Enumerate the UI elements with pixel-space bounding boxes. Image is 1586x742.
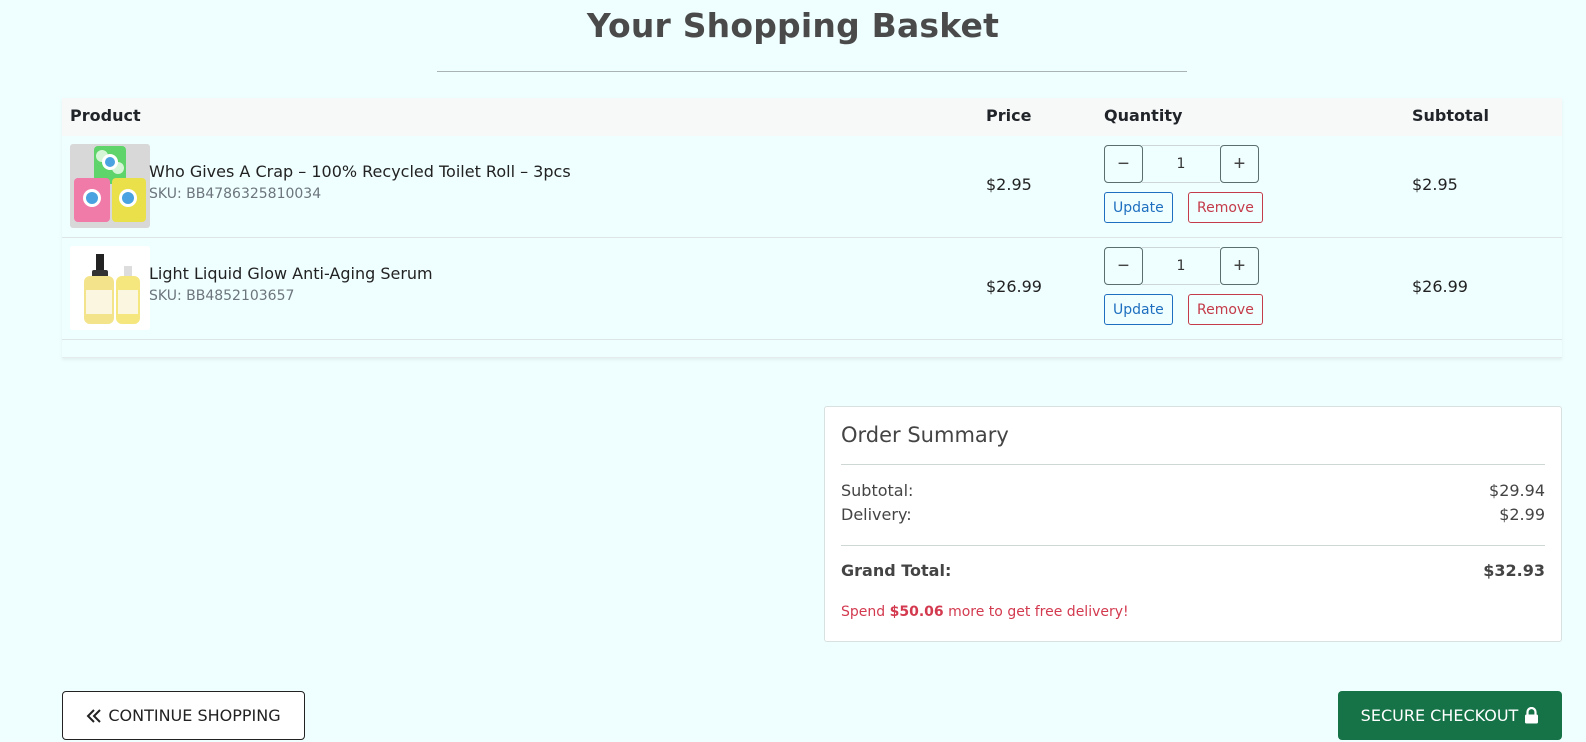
order-summary-title: Order Summary <box>841 423 1009 447</box>
product-name[interactable]: Who Gives A Crap – 100% Recycled Toilet … <box>149 162 571 181</box>
lock-icon <box>1524 707 1539 724</box>
quantity-stepper: − + <box>1104 145 1259 183</box>
header-subtotal: Subtotal <box>1412 106 1489 125</box>
table-header: Product Price Quantity Subtotal <box>62 98 1562 136</box>
delivery-value: $2.99 <box>1499 505 1545 524</box>
minus-icon: − <box>1117 153 1130 175</box>
promo-amount: $50.06 <box>889 604 944 620</box>
plus-icon: + <box>1233 255 1246 277</box>
remove-button[interactable]: Remove <box>1188 294 1263 325</box>
remove-button[interactable]: Remove <box>1188 192 1263 223</box>
product-sku: SKU: BB4852103657 <box>149 288 295 304</box>
subtotal-value: $29.94 <box>1489 481 1545 500</box>
header-price: Price <box>986 106 1032 125</box>
toilet-roll-product-image[interactable] <box>70 144 150 228</box>
table-row: Who Gives A Crap – 100% Recycled Toilet … <box>62 136 1562 238</box>
continue-shopping-button[interactable]: CONTINUE SHOPPING <box>62 691 305 740</box>
header-product: Product <box>70 106 141 125</box>
header-quantity: Quantity <box>1104 106 1183 125</box>
title-divider <box>437 71 1187 72</box>
update-button[interactable]: Update <box>1104 294 1173 325</box>
promo-prefix: Spend <box>841 604 886 620</box>
increase-quantity-button[interactable]: + <box>1220 247 1259 285</box>
order-summary-card: Order Summary Subtotal: $29.94 Delivery:… <box>824 406 1562 642</box>
decrease-quantity-button[interactable]: − <box>1104 247 1143 285</box>
quantity-input[interactable] <box>1142 247 1220 285</box>
continue-shopping-label: CONTINUE SHOPPING <box>108 706 281 725</box>
secure-checkout-button[interactable]: SECURE CHECKOUT <box>1338 691 1562 740</box>
grand-total-value: $32.93 <box>1483 561 1545 580</box>
product-sku: SKU: BB4786325810034 <box>149 186 322 202</box>
promo-suffix: more to get free delivery! <box>948 604 1129 620</box>
secure-checkout-label: SECURE CHECKOUT <box>1360 706 1519 725</box>
increase-quantity-button[interactable]: + <box>1220 145 1259 183</box>
plus-icon: + <box>1233 153 1246 175</box>
double-chevron-left-icon <box>86 708 102 724</box>
product-price: $26.99 <box>986 277 1042 296</box>
page-title: Your Shopping Basket <box>586 6 1000 45</box>
grand-total-label: Grand Total: <box>841 561 952 580</box>
basket-page: Your Shopping Basket Product Price Quant… <box>0 0 1586 742</box>
product-subtotal: $26.99 <box>1412 277 1468 296</box>
serum-bottles-product-image[interactable] <box>70 246 150 330</box>
table-row: Light Liquid Glow Anti-Aging Serum SKU: … <box>62 238 1562 340</box>
product-name[interactable]: Light Liquid Glow Anti-Aging Serum <box>149 264 433 283</box>
decrease-quantity-button[interactable]: − <box>1104 145 1143 183</box>
summary-divider <box>841 464 1545 465</box>
delivery-label: Delivery: <box>841 505 912 524</box>
minus-icon: − <box>1117 255 1130 277</box>
cart-table: Product Price Quantity Subtotal Who Give <box>62 98 1562 358</box>
summary-divider <box>841 545 1545 546</box>
product-price: $2.95 <box>986 175 1032 194</box>
free-delivery-message: Spend $50.06 more to get free delivery! <box>841 604 1129 620</box>
update-button[interactable]: Update <box>1104 192 1173 223</box>
quantity-stepper: − + <box>1104 247 1259 285</box>
product-subtotal: $2.95 <box>1412 175 1458 194</box>
subtotal-label: Subtotal: <box>841 481 914 500</box>
quantity-input[interactable] <box>1142 145 1220 183</box>
